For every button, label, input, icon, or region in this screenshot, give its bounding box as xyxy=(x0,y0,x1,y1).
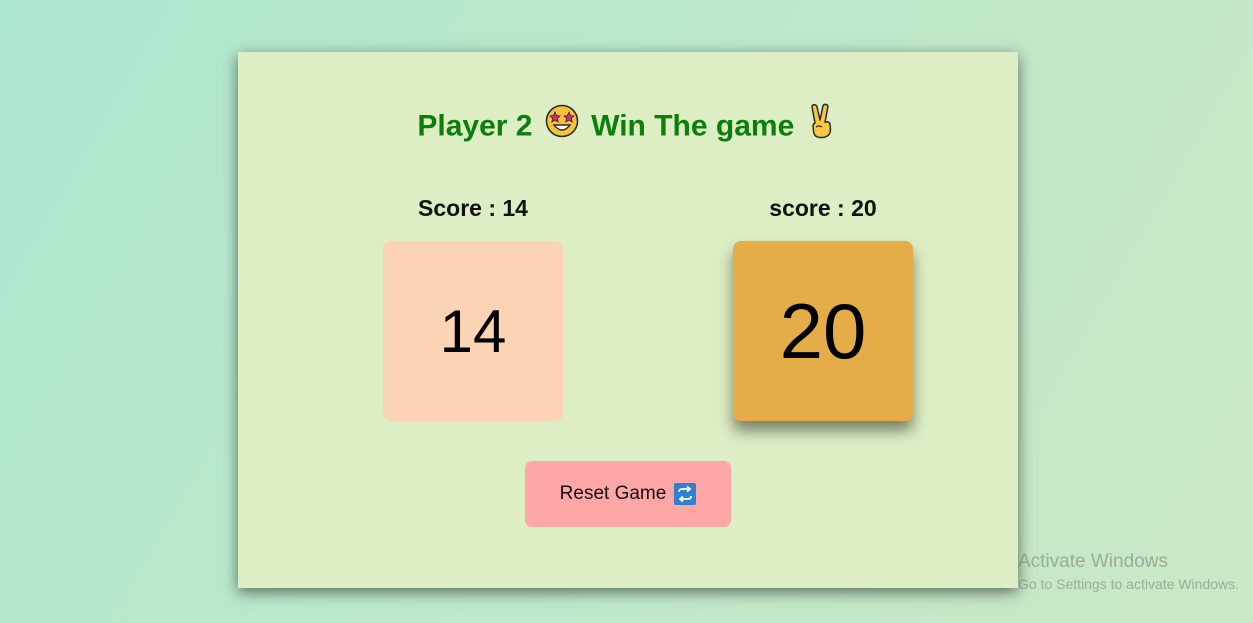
player-1-dice-box: 14 xyxy=(383,241,563,421)
star-struck-icon xyxy=(545,104,579,151)
repeat-icon xyxy=(674,483,697,505)
winner-prefix: Player 2 xyxy=(417,109,533,143)
winner-suffix: Win The game xyxy=(591,109,795,143)
player-2-dice-box: 20 xyxy=(733,241,913,421)
watermark-title: Activate Windows xyxy=(1018,551,1168,572)
player-2-dice-value: 20 xyxy=(779,286,867,375)
watermark-subtitle: Go to Settings to activate Windows. xyxy=(1018,576,1239,592)
windows-activation-watermark: Activate Windows Go to Settings to activ… xyxy=(1018,550,1239,594)
victory-hand-icon xyxy=(807,103,835,152)
player-1-dice-value: 14 xyxy=(439,297,507,365)
player-2-score-label: score : 20 xyxy=(769,195,877,221)
winner-title: Player 2 Win The game xyxy=(238,103,1018,152)
game-card: Player 2 Win The game Score : 14 score :… xyxy=(238,52,1018,588)
reset-game-label: Reset Game xyxy=(559,483,667,504)
reset-game-button[interactable]: Reset Game xyxy=(525,461,731,527)
player-1-score-label: Score : 14 xyxy=(418,195,528,221)
